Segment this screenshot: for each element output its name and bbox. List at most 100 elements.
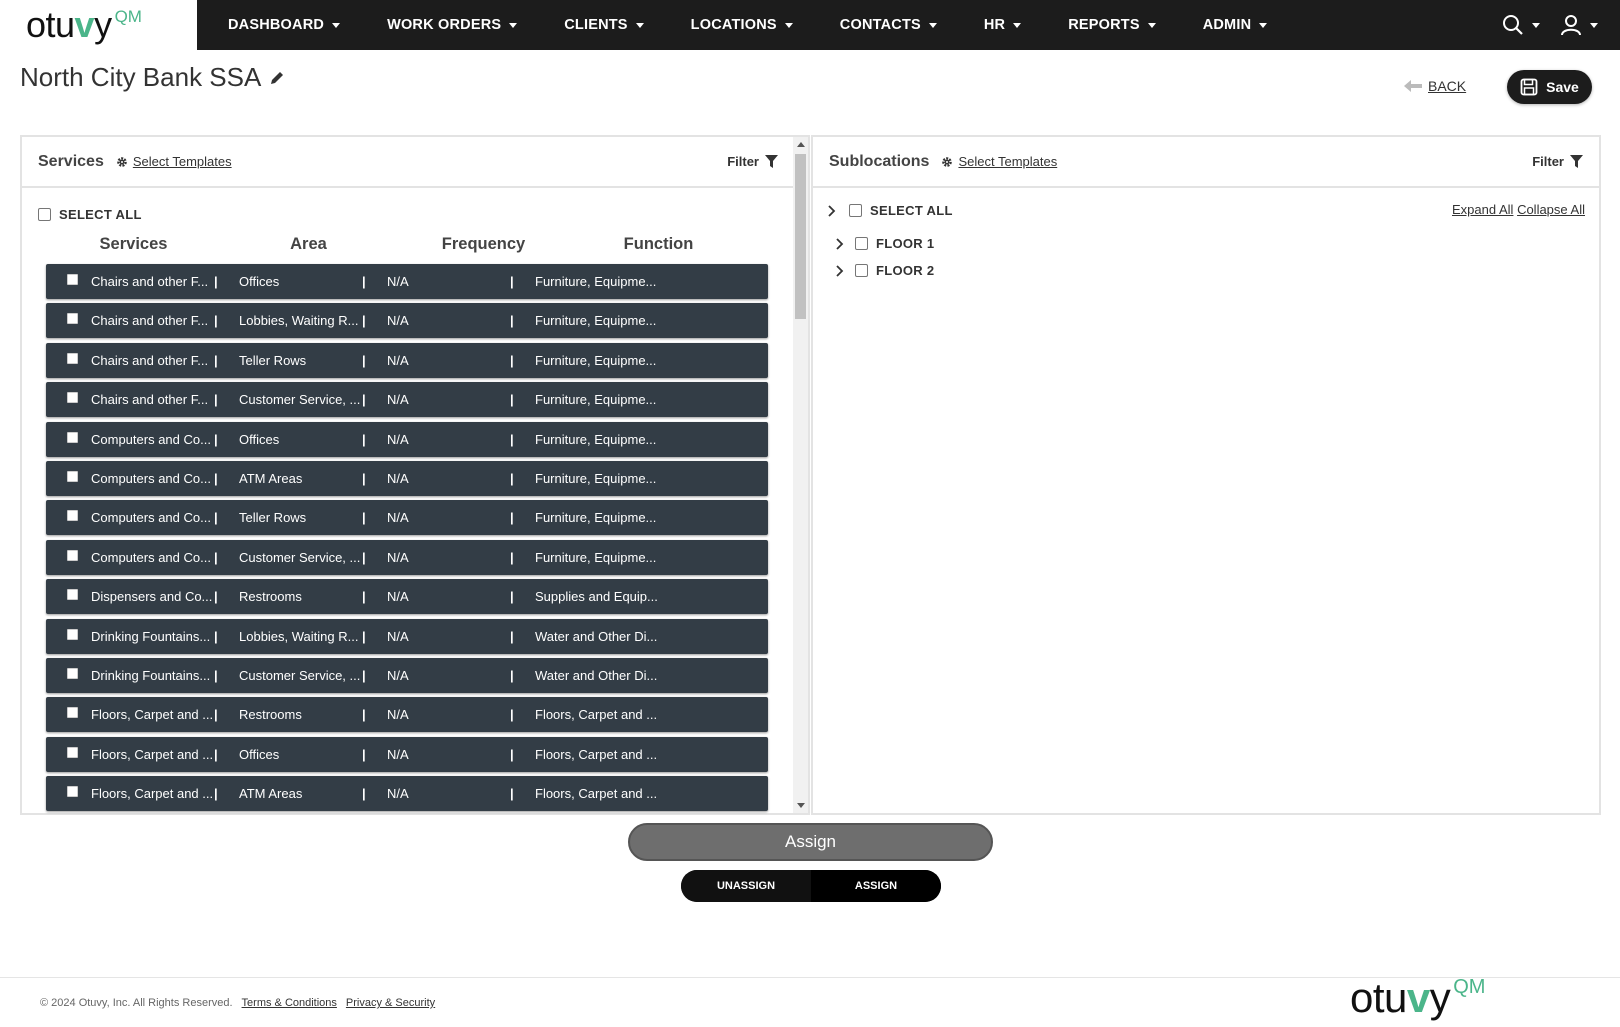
table-row[interactable]: Floors, Carpet and ... | Restrooms | N/A | Flo… (46, 697, 768, 733)
logo-text-b: y (1429, 974, 1451, 1021)
nav-locations[interactable]: LOCATIONS (660, 0, 809, 50)
chevron-right-icon[interactable] (835, 237, 845, 250)
save-button[interactable]: Save (1507, 70, 1592, 104)
row-separator: | (362, 392, 366, 408)
chevron-right-icon[interactable] (827, 204, 837, 217)
services-select-templates[interactable]: Select Templates (116, 154, 232, 169)
back-link[interactable]: BACK (1404, 78, 1466, 94)
row-function: Furniture, Equipme... (535, 274, 657, 289)
row-frequency: N/A (387, 549, 409, 565)
table-row[interactable]: Floors, Carpet and ... | ATM Areas | N/A | Flo… (46, 776, 768, 812)
expand-all-link[interactable]: Expand All (1452, 202, 1513, 217)
table-row[interactable]: Floors, Carpet and ... | Offices | N/A | Floor… (46, 736, 768, 772)
row-checkbox[interactable] (67, 707, 78, 719)
nav-label: DASHBOARD (228, 17, 325, 33)
row-separator: | (214, 470, 218, 486)
services-list: Chairs and other F... | Offices | N/A | Furnit… (46, 264, 768, 815)
row-checkbox[interactable] (67, 510, 78, 522)
row-service: Drinking Fountains... (91, 667, 211, 683)
col-header-function: Function (623, 235, 694, 253)
table-row[interactable]: Chairs and other F... | Customer Service, … (46, 382, 768, 418)
floor-2-checkbox[interactable] (855, 264, 868, 277)
table-row[interactable]: Computers and Co... | Customer Service, ..… (46, 539, 768, 575)
sublocations-filter-button[interactable]: Filter (1532, 154, 1583, 169)
row-checkbox[interactable] (67, 274, 78, 285)
table-row[interactable]: Chairs and other F... | Lobbies, Waiting R… (46, 303, 768, 339)
row-service: Computers and Co... (91, 470, 211, 486)
row-area: Customer Service, ... (239, 667, 361, 683)
filter-label: Filter (1532, 154, 1564, 169)
row-checkbox[interactable] (67, 470, 78, 482)
floor-1-checkbox[interactable] (855, 237, 868, 250)
toggle-unassign[interactable]: UNASSIGN (681, 870, 811, 902)
otuvy-logo[interactable]: otuvy QM (26, 5, 142, 45)
table-row[interactable]: Computers and Co... | Teller Rows | N/A | Furn… (46, 500, 768, 536)
row-checkbox[interactable] (67, 786, 78, 798)
nav-clients[interactable]: CLIENTS (533, 0, 659, 50)
row-function: Furniture, Equipme... (535, 352, 657, 368)
row-checkbox[interactable] (67, 628, 78, 640)
sublocation-select-all-checkbox[interactable] (849, 204, 862, 217)
table-row[interactable]: Drinking Fountains... | Customer Service, … (46, 657, 768, 693)
table-row[interactable]: Computers and Co... | Offices | N/A | Furnitur… (46, 421, 768, 457)
table-row[interactable]: Chairs and other F... | Teller Rows | N/A | Fu… (46, 342, 768, 378)
row-separator: | (362, 786, 366, 802)
row-checkbox[interactable] (67, 746, 78, 758)
row-separator: | (214, 431, 218, 447)
services-filter-button[interactable]: Filter (727, 154, 778, 169)
privacy-link[interactable]: Privacy & Security (346, 997, 435, 1009)
caret-down-icon (784, 22, 793, 28)
nav-contacts[interactable]: CONTACTS (809, 0, 953, 50)
nav-reports[interactable]: REPORTS (1037, 0, 1172, 50)
row-checkbox[interactable] (67, 352, 78, 364)
gear-icon (942, 156, 953, 167)
assign-button[interactable]: Assign (628, 823, 993, 861)
row-function: Supplies and Equip... (535, 589, 658, 605)
terms-link[interactable]: Terms & Conditions (242, 997, 337, 1009)
col-header-frequency: Frequency (441, 235, 526, 253)
scroll-down-arrow-icon[interactable] (797, 803, 805, 808)
logo-text-v: v (1406, 974, 1430, 1021)
caret-down-icon (332, 22, 341, 28)
chevron-right-icon[interactable] (835, 264, 845, 277)
select-all-checkbox[interactable] (38, 208, 51, 221)
scroll-up-arrow-icon[interactable] (797, 142, 805, 147)
row-separator: | (362, 470, 366, 486)
toggle-assign[interactable]: ASSIGN (811, 870, 941, 902)
search-menu[interactable] (1502, 14, 1540, 36)
nav-admin[interactable]: ADMIN (1172, 0, 1284, 50)
assign-label: Assign (784, 832, 837, 851)
row-separator: | (510, 667, 514, 683)
row-frequency: N/A (387, 510, 409, 526)
row-service: Floors, Carpet and ... (91, 746, 214, 762)
services-scrollbar[interactable] (793, 137, 808, 813)
table-row[interactable]: Dispensers and Co... | Restrooms | N/A | Suppl… (46, 579, 768, 615)
row-function: Furniture, Equipme... (535, 313, 657, 329)
sublocations-select-templates[interactable]: Select Templates (941, 154, 1057, 169)
row-separator: | (362, 746, 366, 762)
row-checkbox[interactable] (67, 313, 78, 325)
page-title-row: North City Bank SSA (20, 62, 285, 93)
row-frequency: N/A (387, 786, 409, 802)
row-checkbox[interactable] (67, 589, 78, 601)
row-checkbox[interactable] (67, 431, 78, 443)
table-row[interactable]: Drinking Fountains... | Lobbies, Waiting R… (46, 618, 768, 654)
row-checkbox[interactable] (67, 549, 78, 561)
row-service: Dispensers and Co... (91, 589, 213, 605)
table-row[interactable]: Chairs and other F... | Offices | N/A | Furnit… (46, 264, 768, 299)
pencil-icon[interactable] (269, 70, 285, 86)
row-checkbox[interactable] (67, 392, 78, 404)
collapse-all-link[interactable]: Collapse All (1517, 202, 1585, 217)
row-frequency: N/A (387, 352, 409, 368)
row-checkbox[interactable] (67, 667, 78, 679)
row-separator: | (214, 549, 218, 565)
row-function: Floors, Carpet and ... (535, 786, 658, 802)
row-area: ATM Areas (239, 470, 303, 486)
nav-hr[interactable]: HR (953, 0, 1037, 50)
nav-dashboard[interactable]: DASHBOARD (197, 0, 356, 50)
user-menu[interactable] (1560, 14, 1598, 36)
table-row[interactable]: Computers and Co... | ATM Areas | N/A | Furnit… (46, 460, 768, 496)
row-frequency: N/A (387, 392, 409, 408)
nav-work-orders[interactable]: WORK ORDERS (356, 0, 533, 50)
scroll-thumb[interactable] (795, 154, 806, 319)
